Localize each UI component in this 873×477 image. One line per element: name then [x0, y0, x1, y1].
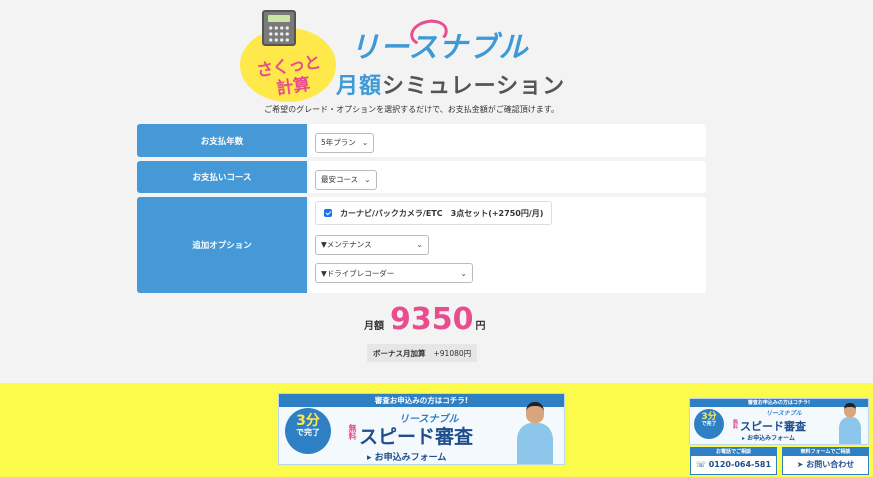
payment-years-value: 5年プラン: [321, 138, 356, 147]
intro-text: ご希望のグレード・オプションを選択するだけで、お支払金額がご確認頂けます。: [264, 105, 559, 114]
bonus-value: +91080円: [433, 348, 472, 358]
chevron-down-icon: ⌄: [364, 175, 371, 184]
badge-text: で完了: [296, 428, 320, 437]
phone-icon: ☏: [695, 460, 709, 469]
row-label-payment-course: お支払いコース: [137, 161, 307, 193]
three-minute-badge: 3分 で完了: [694, 409, 724, 439]
row-additional-options: 追加オプション カーナビ/バックカメラ/ETC 3点セット(+2750円/月) …: [137, 197, 706, 293]
monthly-result: 月額 9350 円: [364, 302, 486, 337]
inquiry-contact-top: 無料フォームでご相談: [783, 448, 868, 456]
row-label-additional-options: 追加オプション: [137, 197, 307, 293]
drive-recorder-value: ▼ドライブレコーダー: [321, 268, 395, 278]
row-field-payment-years: 5年プラン ⌄: [309, 124, 706, 157]
checkbox-checked-icon[interactable]: [324, 209, 332, 217]
row-payment-course: お支払いコース 最安コース ⌄: [137, 161, 706, 193]
maintenance-value: ▼メンテナンス: [321, 240, 372, 249]
phone-contact-main: ☏ 0120-064-581: [691, 456, 776, 474]
inquiry-label: お問い合わせ: [806, 460, 855, 469]
send-icon: ➤: [796, 460, 807, 469]
inquiry-contact-button[interactable]: 無料フォームでご相談 ➤ お問い合わせ: [782, 447, 869, 475]
badge-number: 3分: [701, 412, 717, 422]
monthly-unit: 円: [475, 321, 486, 332]
three-minute-badge: 3分 で完了: [285, 408, 331, 454]
banner-main: スピード審査: [740, 420, 806, 433]
person-image: [836, 403, 864, 444]
badge-text: で完了: [701, 421, 717, 427]
banner-brand: リースナブル: [766, 410, 802, 417]
row-label-payment-years: お支払年数: [137, 124, 307, 157]
drive-recorder-select[interactable]: ▼ドライブレコーダー ⌄: [315, 263, 473, 283]
maintenance-select[interactable]: ▼メンテナンス ⌄: [315, 234, 429, 255]
row-field-additional-options: カーナビ/バックカメラ/ETC 3点セット(+2750円/月) ▼メンテナンス …: [309, 197, 706, 293]
banner-form: ▸ お申込みフォーム: [742, 435, 795, 442]
speed-review-banner-small[interactable]: 審査お申込みの方はコチラ! 3分 で完了 リースナブル 無料 スピード審査 ▸ …: [689, 398, 869, 445]
page-title: 月額シミュレーション: [336, 68, 565, 100]
monthly-label: 月額: [364, 321, 384, 332]
inquiry-contact-main: ➤ お問い合わせ: [783, 456, 868, 474]
footer-bar: 審査お申込みの方はコチラ! 3分 で完了 リースナブル 無料 スピード審査 ▸ …: [0, 383, 873, 477]
bonus-box: ボーナス月加算 +91080円: [367, 344, 478, 362]
phone-contact-top: お電話でご相談: [691, 448, 776, 456]
payment-course-value: 最安コース: [321, 175, 359, 184]
bonus-label: ボーナス月加算: [373, 348, 426, 358]
payment-years-select[interactable]: 5年プラン ⌄: [315, 132, 375, 153]
simulation-logo: さくっと 計算 リースナブル 月額シミュレーション: [240, 8, 570, 102]
chevron-down-icon: ⌄: [416, 240, 423, 249]
navi-camera-etc-option[interactable]: カーナビ/バックカメラ/ETC 3点セット(+2750円/月): [315, 201, 553, 225]
chevron-down-icon: ⌄: [361, 138, 369, 147]
calculator-icon: [262, 10, 296, 46]
brand-name: リースナブル: [350, 30, 529, 64]
bubble-text-2: 計算: [275, 74, 312, 100]
row-payment-years: お支払年数 5年プラン ⌄: [137, 124, 706, 157]
payment-course-select[interactable]: 最安コース ⌄: [315, 169, 377, 190]
navi-camera-etc-label: カーナビ/バックカメラ/ETC 3点セット(+2750円/月): [340, 208, 544, 218]
phone-contact-button[interactable]: お電話でご相談 ☏ 0120-064-581: [690, 447, 777, 475]
phone-number: 0120-064-581: [708, 460, 772, 469]
row-field-payment-course: 最安コース ⌄: [309, 161, 706, 193]
person-image: [512, 402, 558, 464]
chevron-down-icon: ⌄: [460, 268, 467, 278]
title-dark: シミュレーション: [382, 74, 566, 99]
banner-free: 無料: [732, 419, 738, 429]
monthly-value: 9350: [390, 302, 474, 337]
badge-number: 3分: [296, 413, 320, 429]
banner-free: 無料: [348, 424, 357, 440]
title-blue: 月額: [336, 74, 383, 99]
banner-form: ▸ お申込みフォーム: [367, 453, 447, 463]
banner-main: スピード審査: [359, 426, 474, 448]
speed-review-banner[interactable]: 審査お申込みの方はコチラ! 3分 で完了 リースナブル 無料 スピード審査 ▸ …: [278, 393, 565, 465]
